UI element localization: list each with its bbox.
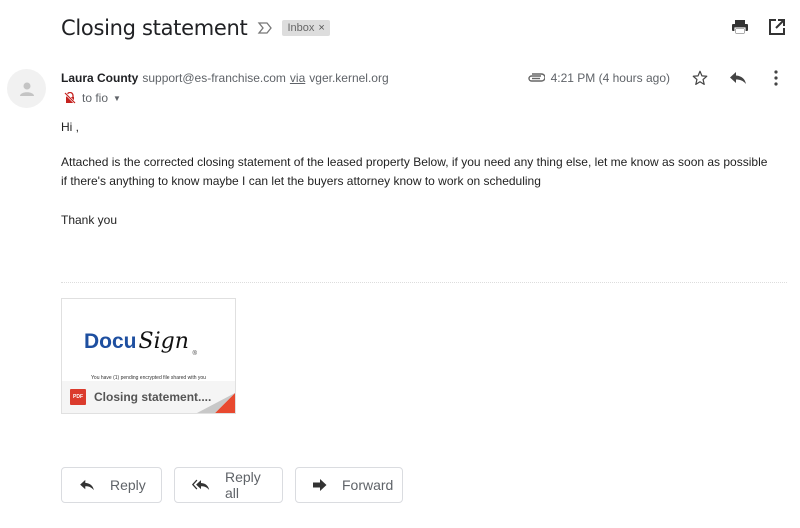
more-options-icon[interactable] bbox=[766, 68, 786, 88]
reply-all-arrow-icon bbox=[192, 478, 210, 492]
recipients-text: to fio bbox=[82, 91, 109, 105]
recipients-row: to fio ▼ bbox=[64, 91, 121, 105]
reply-button[interactable]: Reply bbox=[61, 467, 162, 503]
email-subject: Closing statement bbox=[61, 16, 248, 40]
forward-button-label: Forward bbox=[342, 477, 394, 493]
reply-all-button[interactable]: Reply all bbox=[174, 467, 283, 503]
subject-row: Closing statement Inbox × bbox=[61, 14, 330, 42]
sender-row: Laura County support@es-franchise.com vi… bbox=[61, 71, 389, 85]
show-details-chevron-icon[interactable]: ▼ bbox=[113, 94, 121, 103]
email-body-paragraph: Attached is the corrected closing statem… bbox=[61, 155, 768, 188]
attachment-paperclip-icon bbox=[527, 72, 546, 84]
inbox-label-text: Inbox bbox=[287, 22, 315, 34]
print-icon[interactable] bbox=[731, 18, 749, 36]
star-icon[interactable] bbox=[690, 68, 710, 88]
forward-arrow-icon bbox=[313, 478, 327, 492]
via-domain: vger.kernel.org bbox=[309, 71, 389, 85]
folded-corner-icon bbox=[197, 393, 235, 413]
importance-marker-icon[interactable] bbox=[257, 21, 273, 35]
reply-arrow-icon bbox=[79, 478, 95, 492]
attachment-preview: DocuSign ® You have (1) pending encrypted… bbox=[62, 299, 235, 383]
sender-email: support@es-franchise.com bbox=[142, 71, 286, 85]
sender-name[interactable]: Laura County bbox=[61, 71, 138, 85]
registered-mark: ® bbox=[192, 351, 197, 357]
sender-avatar[interactable] bbox=[7, 69, 46, 108]
inbox-label-chip: Inbox × bbox=[282, 20, 330, 36]
docusign-logo-docu: Docu bbox=[84, 330, 137, 353]
docusign-logo: DocuSign ® bbox=[84, 329, 197, 357]
message-time: 4:21 PM (4 hours ago) bbox=[550, 71, 670, 85]
email-greeting: Hi , bbox=[61, 120, 79, 134]
attachments-divider bbox=[61, 282, 787, 283]
reply-all-button-label: Reply all bbox=[225, 469, 261, 501]
pdf-file-icon: PDF bbox=[70, 389, 86, 405]
person-icon bbox=[19, 82, 34, 96]
docusign-logo-sign: Sign bbox=[138, 329, 189, 354]
reply-actions: Reply Reply all Forward bbox=[61, 467, 403, 503]
message-meta: 4:21 PM (4 hours ago) bbox=[527, 68, 786, 88]
attachment-card[interactable]: DocuSign ® You have (1) pending encrypted… bbox=[61, 298, 236, 414]
open-in-new-window-icon[interactable] bbox=[768, 18, 786, 36]
reply-icon[interactable] bbox=[728, 68, 748, 88]
email-signoff: Thank you bbox=[61, 213, 118, 227]
reply-button-label: Reply bbox=[110, 477, 146, 493]
remove-label-icon[interactable]: × bbox=[318, 22, 324, 34]
attachment-filename: Closing statement.... bbox=[94, 390, 212, 404]
top-actions bbox=[731, 18, 786, 36]
forward-button[interactable]: Forward bbox=[295, 467, 403, 503]
via-link[interactable]: via bbox=[290, 71, 305, 85]
not-encrypted-icon[interactable] bbox=[64, 91, 76, 104]
